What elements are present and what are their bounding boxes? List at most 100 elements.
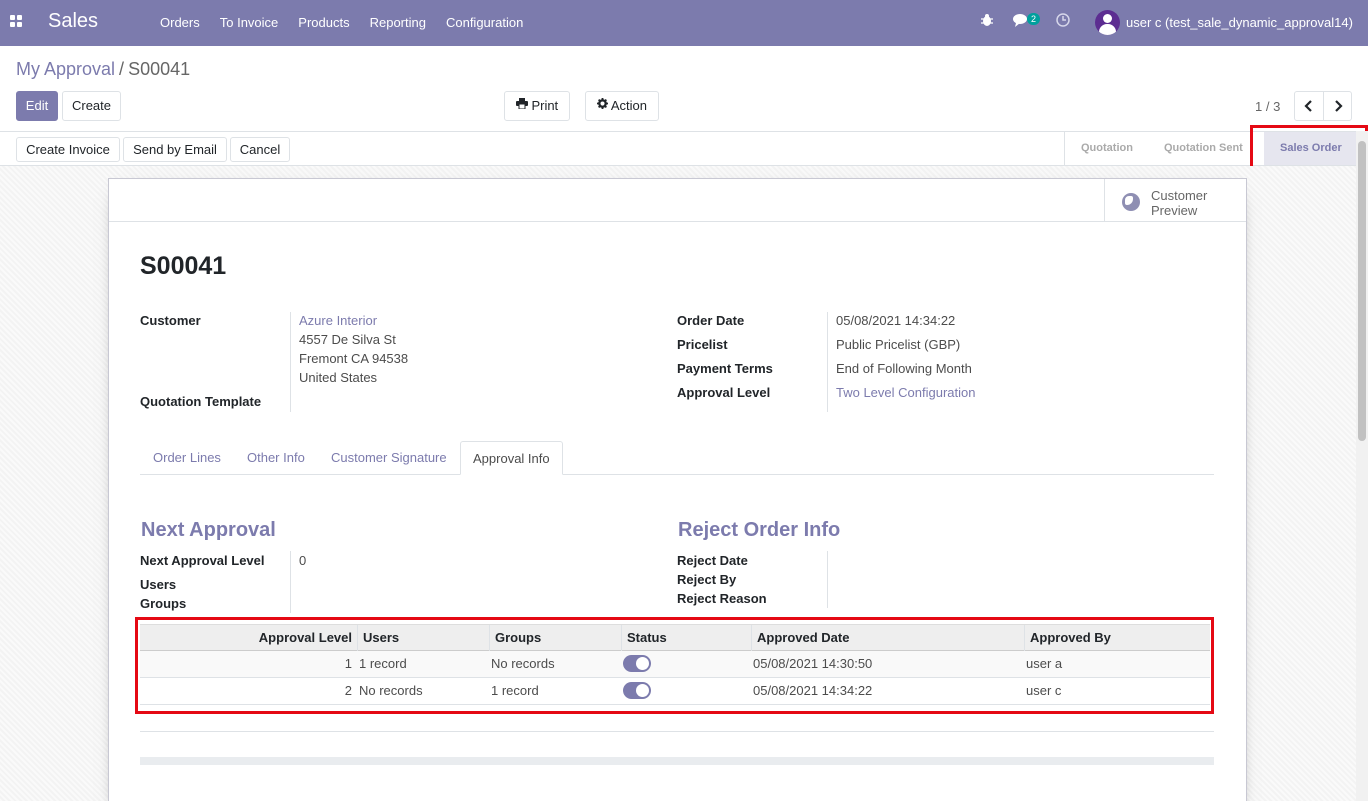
customer-preview-button[interactable]: Customer Preview bbox=[1104, 179, 1247, 222]
field-divider bbox=[827, 551, 828, 608]
reject-info-title: Reject Order Info bbox=[678, 519, 841, 541]
pricelist-label: Pricelist bbox=[677, 337, 728, 352]
order-title: S00041 bbox=[140, 252, 227, 280]
col-approved-by[interactable]: Approved By bbox=[1024, 625, 1210, 651]
stage-sales-order[interactable]: Sales Order bbox=[1264, 132, 1368, 165]
col-users[interactable]: Users bbox=[357, 625, 489, 651]
menu-products[interactable]: Products bbox=[298, 15, 349, 30]
menu-orders[interactable]: Orders bbox=[160, 15, 200, 30]
cell-approved-date: 05/08/2021 14:30:50 bbox=[753, 656, 873, 671]
reject-date-label: Reject Date bbox=[677, 553, 748, 568]
bug-icon[interactable] bbox=[980, 13, 994, 30]
chat-badge: 2 bbox=[1027, 13, 1041, 25]
customer-link[interactable]: Azure Interior bbox=[299, 313, 377, 328]
footer-bar bbox=[140, 757, 1214, 765]
action-button[interactable]: Action bbox=[585, 91, 659, 121]
col-approved-date[interactable]: Approved Date bbox=[751, 625, 1024, 651]
menu-configuration[interactable]: Configuration bbox=[446, 15, 523, 30]
cell-users: No records bbox=[359, 683, 423, 698]
cell-groups: No records bbox=[491, 656, 555, 671]
approval-level-label: Approval Level bbox=[677, 385, 771, 400]
approval-level-link[interactable]: Two Level Configuration bbox=[836, 385, 975, 400]
breadcrumb: My Approval / S00041 bbox=[16, 59, 190, 80]
stage-quotation-sent[interactable]: Quotation Sent bbox=[1148, 132, 1264, 165]
table-row[interactable]: 1 1 record No records 05/08/2021 14:30:5… bbox=[140, 651, 1210, 678]
pager-value[interactable]: 1 / 3 bbox=[1255, 99, 1280, 114]
field-divider bbox=[290, 551, 291, 613]
divider bbox=[140, 731, 1214, 732]
pricelist-value[interactable]: Public Pricelist (GBP) bbox=[836, 337, 960, 352]
apps-menu-icon[interactable] bbox=[10, 15, 23, 28]
address-line-3: United States bbox=[299, 370, 378, 385]
quotation-template-label: Quotation Template bbox=[140, 394, 262, 409]
button-box: Customer Preview bbox=[109, 179, 1246, 222]
print-button[interactable]: Print bbox=[504, 91, 570, 121]
table-header: Approval Level Users Groups Status Appro… bbox=[140, 624, 1210, 651]
cell-level: 1 bbox=[344, 656, 352, 671]
cell-approved-by: user a bbox=[1026, 656, 1063, 671]
payment-terms-label: Payment Terms bbox=[677, 361, 773, 376]
gear-icon bbox=[596, 91, 608, 119]
form-sheet: Customer Preview S00041 Customer Azure I… bbox=[108, 178, 1247, 801]
next-approval-level-value: 0 bbox=[299, 553, 307, 568]
top-navbar: Sales Orders To Invoice Products Reporti… bbox=[0, 0, 1368, 46]
stage-selector: Quotation Quotation Sent Sales Order bbox=[1064, 132, 1368, 165]
reject-reason-label: Reject Reason bbox=[677, 591, 767, 606]
breadcrumb-current: S00041 bbox=[128, 59, 191, 79]
clock-icon[interactable] bbox=[1056, 13, 1070, 30]
create-button[interactable]: Create bbox=[62, 91, 121, 121]
printer-icon bbox=[515, 91, 528, 119]
breadcrumb-parent[interactable]: My Approval bbox=[16, 59, 115, 79]
payment-terms-value[interactable]: End of Following Month bbox=[836, 361, 972, 376]
print-label: Print bbox=[531, 98, 559, 113]
col-status[interactable]: Status bbox=[621, 625, 751, 651]
edit-button[interactable]: Edit bbox=[16, 91, 58, 121]
globe-icon bbox=[1122, 193, 1140, 211]
app-name[interactable]: Sales bbox=[48, 10, 98, 33]
reject-by-label: Reject By bbox=[677, 572, 737, 587]
status-toggle[interactable] bbox=[623, 682, 651, 699]
user-menu[interactable]: user c (test_sale_dynamic_approval14) bbox=[1126, 15, 1353, 30]
pager-previous-button[interactable] bbox=[1294, 91, 1324, 121]
send-by-email-button[interactable]: Send by Email bbox=[123, 137, 227, 162]
order-date-value[interactable]: 05/08/2021 14:34:22 bbox=[836, 313, 955, 328]
field-divider bbox=[290, 312, 291, 412]
tab-order-lines[interactable]: Order Lines bbox=[141, 441, 233, 475]
preview-line-2: Preview bbox=[1151, 203, 1198, 218]
create-invoice-button[interactable]: Create Invoice bbox=[16, 137, 120, 162]
chevron-left-icon bbox=[1304, 100, 1314, 115]
tab-customer-signature[interactable]: Customer Signature bbox=[319, 441, 459, 475]
notebook-tabs: Order Lines Other Info Customer Signatur… bbox=[140, 441, 1214, 475]
customer-label: Customer bbox=[140, 313, 201, 328]
order-date-label: Order Date bbox=[677, 313, 745, 328]
groups-label: Groups bbox=[140, 596, 187, 611]
cell-approved-by: user c bbox=[1026, 683, 1062, 698]
status-toggle[interactable] bbox=[623, 655, 651, 672]
tab-other-info[interactable]: Other Info bbox=[235, 441, 317, 475]
cell-users: 1 record bbox=[359, 656, 407, 671]
field-divider bbox=[827, 312, 828, 412]
pager-next-button[interactable] bbox=[1323, 91, 1352, 121]
table-row[interactable]: 2 No records 1 record 05/08/2021 14:34:2… bbox=[140, 678, 1210, 705]
stage-quotation[interactable]: Quotation bbox=[1065, 132, 1148, 165]
col-approval-level[interactable]: Approval Level bbox=[140, 625, 357, 651]
cell-level: 2 bbox=[344, 683, 352, 698]
cancel-button[interactable]: Cancel bbox=[230, 137, 290, 162]
tab-approval-info[interactable]: Approval Info bbox=[460, 441, 563, 475]
breadcrumb-separator: / bbox=[119, 59, 125, 79]
preview-line-1: Customer bbox=[1151, 188, 1208, 203]
scrollbar[interactable] bbox=[1356, 131, 1368, 801]
address-line-1: 4557 De Silva St bbox=[299, 332, 396, 347]
cell-approved-date: 05/08/2021 14:34:22 bbox=[753, 683, 873, 698]
chevron-right-icon bbox=[1333, 100, 1343, 115]
users-label: Users bbox=[140, 577, 177, 592]
menu-to-invoice[interactable]: To Invoice bbox=[220, 15, 279, 30]
cell-groups: 1 record bbox=[491, 683, 539, 698]
col-groups[interactable]: Groups bbox=[489, 625, 621, 651]
menu-reporting[interactable]: Reporting bbox=[370, 15, 426, 30]
action-label: Action bbox=[610, 98, 648, 113]
status-bar: Create Invoice Send by Email Cancel Quot… bbox=[0, 131, 1368, 166]
address-line-2: Fremont CA 94538 bbox=[299, 351, 409, 366]
next-approval-title: Next Approval bbox=[141, 519, 276, 541]
avatar[interactable] bbox=[1095, 10, 1120, 35]
